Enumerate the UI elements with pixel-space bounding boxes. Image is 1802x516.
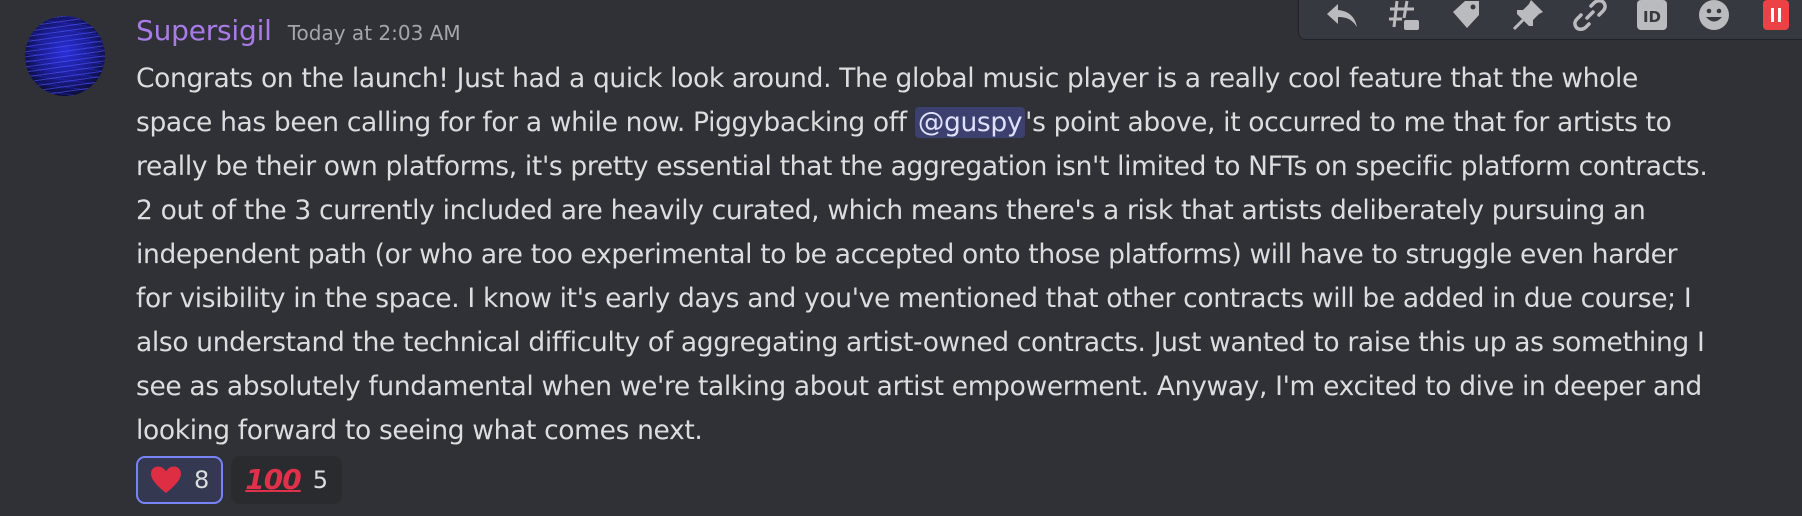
username[interactable]: Supersigil [136, 14, 272, 47]
hundred-points-icon: 100 [245, 463, 301, 496]
message-line: really be their own platforms, it's pret… [136, 151, 1708, 182]
add-reaction-icon[interactable] [1683, 0, 1745, 35]
message-line: for visibility in the space. I know it's… [136, 283, 1692, 314]
message-line: looking forward to seeing what comes nex… [136, 415, 703, 446]
pin-icon[interactable] [1497, 0, 1559, 35]
heart-icon [150, 465, 182, 495]
message-line: Congrats on the launch! Just had a quick… [136, 63, 1638, 94]
timestamp[interactable]: Today at 2:03 AM [288, 21, 461, 45]
reaction-heart[interactable]: 8 [136, 456, 224, 504]
link-icon[interactable] [1559, 0, 1621, 35]
message-line: independent path (or who are too experim… [136, 239, 1678, 270]
reaction-count: 5 [312, 466, 329, 494]
chat-message: Supersigil Today at 2:03 AM Congrats on … [0, 0, 1802, 516]
tag-icon[interactable] [1435, 0, 1497, 35]
message-content: Congrats on the launch! Just had a quick… [136, 57, 1756, 453]
id-icon[interactable]: ID [1621, 0, 1683, 35]
reaction-100[interactable]: 100 5 [231, 456, 343, 504]
user-mention[interactable]: @guspy [914, 107, 1026, 138]
svg-text:ID: ID [1643, 8, 1661, 26]
message-actions-toolbar: ID [1298, 0, 1802, 40]
message-header: Supersigil Today at 2:03 AM [136, 14, 461, 54]
message-text: space has been calling for for a while n… [136, 107, 915, 138]
reply-icon[interactable] [1311, 0, 1373, 35]
user-avatar[interactable] [25, 16, 105, 96]
message-line: also understand the technical difficulty… [136, 327, 1705, 358]
message-line: 2 out of the 3 currently included are he… [136, 195, 1646, 226]
reactions-bar: 8 100 5 [136, 456, 343, 504]
message-line: space has been calling for for a while n… [136, 101, 1756, 145]
message-line: see as absolutely fundamental when we're… [136, 371, 1702, 402]
reaction-count: 8 [194, 466, 210, 494]
message-text: 's point above, it occurred to me that f… [1025, 107, 1672, 138]
thread-icon[interactable] [1373, 0, 1435, 35]
delete-icon[interactable] [1745, 0, 1802, 35]
